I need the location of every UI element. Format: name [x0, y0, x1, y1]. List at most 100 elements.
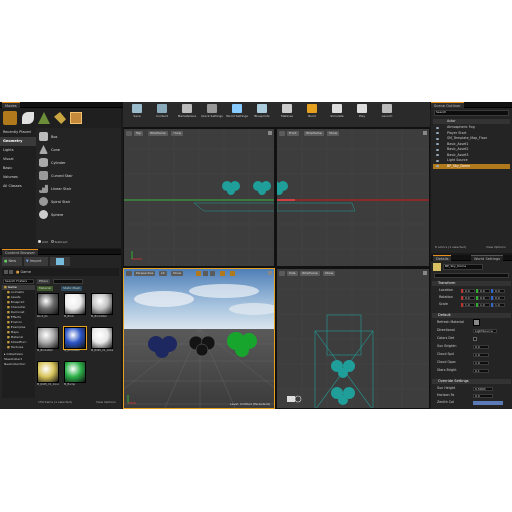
category-lights[interactable]: Lights [0, 146, 36, 155]
folder-search-input[interactable]: Search Folders [3, 279, 34, 284]
viewport-front[interactable]: Front Wireframe Show [276, 128, 430, 267]
viewport-menu-icon[interactable] [126, 271, 132, 276]
paint-mode-icon[interactable] [22, 112, 34, 124]
property-value-input[interactable]: 0.1 [473, 368, 489, 373]
transform-value-input[interactable]: 1.0 [493, 302, 505, 307]
visibility-eye-icon[interactable] [436, 132, 439, 134]
transform-value-input[interactable]: 0.0 [463, 295, 475, 300]
toolbar-button-simulate[interactable]: Simulate [326, 104, 348, 126]
view-options-button[interactable]: View Options [96, 400, 116, 404]
asset-tile[interactable]: M_BrickWall [37, 327, 59, 352]
property-value-input[interactable]: 0.0 [473, 393, 493, 398]
transform-value-input[interactable]: 0.0 [478, 288, 490, 293]
render-mode-button[interactable]: Wireframe [304, 131, 324, 136]
viewport-side[interactable]: Side Wireframe Show [276, 268, 430, 409]
place-item-spiral-stair[interactable]: Spiral Stair [37, 195, 119, 208]
place-mode-icon[interactable] [3, 111, 17, 125]
filter-chip-material[interactable]: Material [37, 286, 54, 291]
outliner-view-options[interactable]: View Options [486, 245, 506, 249]
section-transform[interactable]: Transform [432, 281, 511, 286]
scale-tool-icon[interactable] [210, 271, 215, 276]
maximize-icon[interactable] [268, 271, 272, 275]
import-button[interactable]: ▼ Import [24, 257, 48, 266]
place-item-sphere[interactable]: Sphere [37, 208, 119, 221]
transform-value-input[interactable]: 1.0 [463, 302, 475, 307]
view-mode-button[interactable]: Side [287, 271, 298, 276]
toolbar-button-marketplace[interactable]: Marketplace [176, 104, 198, 126]
category-basic[interactable]: Basic [0, 164, 36, 173]
toolbar-button-play[interactable]: Play [351, 104, 373, 126]
place-item-box[interactable]: Box [37, 130, 119, 143]
category-recently-placed[interactable]: Recently Placed [0, 128, 36, 137]
toolbar-button-content[interactable]: Content [151, 104, 173, 126]
actor-name-input[interactable]: BP_Sky_Dome [443, 264, 483, 270]
visibility-eye-icon[interactable] [436, 143, 439, 145]
viewport-menu-icon[interactable] [279, 131, 285, 136]
category-visual[interactable]: Visual [0, 155, 36, 164]
view-mode-button[interactable]: Perspective [134, 271, 156, 276]
place-item-linear-stair[interactable]: Linear Stair [37, 182, 119, 195]
toolbar-button-build[interactable]: Build [301, 104, 323, 126]
toolbar-button-matinee[interactable]: Matinee [276, 104, 298, 126]
asset-tile[interactable]: M_BrickWall [63, 326, 87, 352]
viewport-perspective[interactable]: Perspective Lit Show Level: Untitled (Pe… [123, 268, 275, 409]
asset-tile[interactable]: Rock_01 [37, 293, 59, 318]
asset-tile[interactable]: M_ROPI_V1_Cobalt [91, 327, 113, 352]
forward-arrow-icon[interactable] [9, 270, 13, 274]
visibility-eye-icon[interactable] [436, 137, 439, 140]
back-arrow-icon[interactable] [4, 270, 8, 274]
collection-item[interactable]: NewCollection [2, 362, 35, 367]
transform-value-input[interactable]: 0.0 [463, 288, 475, 293]
transform-value-input[interactable]: 0.0 [493, 295, 505, 300]
toolbar-button-world-settings[interactable]: World Settings [226, 104, 248, 126]
visibility-eye-icon[interactable] [436, 148, 439, 151]
maximize-icon[interactable] [423, 271, 427, 275]
asset-tile[interactable]: M_BrickWall [91, 293, 113, 318]
section-override-settings[interactable]: Override Settings [432, 379, 511, 384]
place-item-cone[interactable]: Cone [37, 143, 119, 156]
render-mode-button[interactable]: Lit [159, 271, 167, 276]
translate-tool-icon[interactable] [196, 271, 201, 276]
filters-dropdown[interactable]: Filters [37, 279, 50, 284]
transform-value-input[interactable]: 1.0 [478, 302, 490, 307]
viewport-menu-icon[interactable] [279, 271, 285, 276]
geometry-mode-icon[interactable] [70, 112, 82, 124]
foliage-mode-icon[interactable] [54, 112, 66, 124]
add-radio-icon[interactable] [38, 240, 41, 243]
filter-chip-static-mesh[interactable]: Static Mesh [61, 286, 83, 291]
transform-value-input[interactable]: 0.0 [493, 288, 505, 293]
asset-tile[interactable]: M_Bump [64, 361, 86, 386]
transform-value-input[interactable]: 0.0 [478, 295, 490, 300]
category-geometry[interactable]: Geometry [0, 137, 36, 146]
place-item-cylinder[interactable]: Cylinder [37, 156, 119, 169]
maximize-icon[interactable] [423, 131, 427, 135]
rotate-tool-icon[interactable] [203, 271, 208, 276]
toolbar-button-blueprints[interactable]: Blueprints [251, 104, 273, 126]
section-default[interactable]: Default [432, 313, 511, 318]
place-item-curved-stair[interactable]: Curved Stair [37, 169, 119, 182]
outliner-search-input[interactable]: Search [434, 110, 509, 116]
property-value-input[interactable]: LightSource [473, 328, 497, 333]
toolbar-button-launch[interactable]: Launch [376, 104, 398, 126]
details-search-input[interactable] [434, 273, 509, 278]
toolbar-button-save[interactable]: Save [126, 104, 148, 126]
color-swatch[interactable] [473, 400, 503, 405]
show-button[interactable]: Show [171, 271, 184, 276]
asset-search-input[interactable] [53, 279, 83, 284]
asset-tile[interactable]: M_ROPI_V1_Concrete [37, 361, 59, 386]
show-button[interactable]: Show [323, 271, 336, 276]
toolbar-button-quick-settings[interactable]: Quick Settings [201, 104, 223, 126]
visibility-eye-icon[interactable] [436, 154, 439, 156]
grid-snap-icon[interactable] [220, 271, 225, 276]
property-value-input[interactable]: 1.0 [473, 352, 489, 357]
viewport-top[interactable]: Top Wireframe Show [123, 128, 275, 267]
checkbox[interactable] [473, 336, 477, 341]
show-button[interactable]: Show [327, 131, 340, 136]
landscape-mode-icon[interactable] [38, 112, 50, 124]
asset-tile[interactable]: M_Brick [64, 293, 86, 318]
new-button[interactable]: ■ New [2, 257, 22, 266]
view-mode-button[interactable]: Front [287, 131, 299, 136]
render-mode-button[interactable]: Wireframe [300, 271, 320, 276]
outliner-row[interactable]: BP_Sky_Dome [433, 163, 510, 169]
path-label[interactable]: Game [20, 270, 30, 274]
